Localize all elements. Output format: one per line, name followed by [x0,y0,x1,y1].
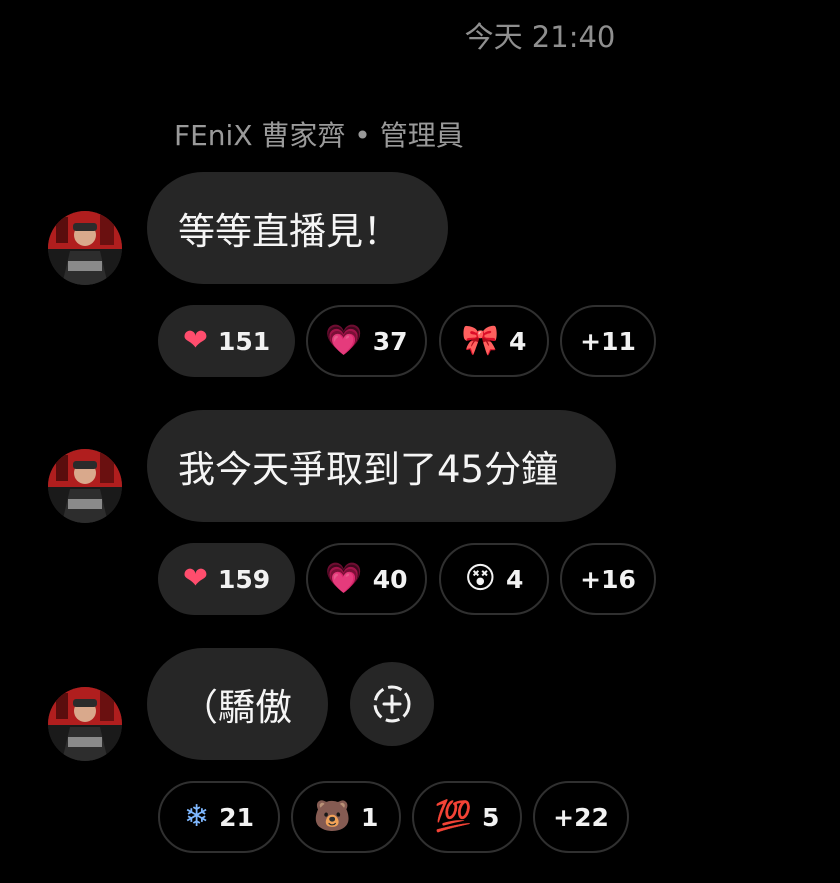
sender-name: FEniX 曹家齊 • 管理員 [174,119,464,152]
chat-thread: 今天 21:40 FEniX 曹家齊 • 管理員 等等直播見！ ❤ 151 💗 … [0,0,840,883]
more-reactions-chip[interactable]: +11 [560,305,656,377]
reaction-count: 4 [508,326,527,356]
message-text: 我今天爭取到了45分鐘 [178,448,559,491]
avatar[interactable] [48,449,122,523]
avatar[interactable] [48,687,122,761]
message-bubble[interactable]: 等等直播見！ [147,172,448,284]
reaction-chip[interactable]: 😵 4 [439,543,549,615]
more-reactions-count: +22 [553,802,609,832]
more-reactions-chip[interactable]: +16 [560,543,656,615]
reaction-chip[interactable]: 💯 5 [412,781,522,853]
dizzy-face-icon: 😵 [464,561,496,596]
reaction-count: 40 [372,564,408,594]
reaction-chip[interactable]: 🐻 1 [291,781,401,853]
reaction-count: 21 [219,802,254,832]
message-bubble[interactable]: （驕傲 [147,648,328,760]
add-reaction-button[interactable] [350,662,434,746]
message-timestamp: 今天 21:40 [464,20,616,54]
message-text: （驕傲 [181,686,292,729]
reaction-count: 5 [481,802,500,832]
more-reactions-chip[interactable]: +22 [533,781,629,853]
reaction-count: 4 [505,564,524,594]
pink-heart-icon: 💗 [325,323,363,358]
hundred-points-icon: 💯 [434,799,472,834]
reaction-chip[interactable]: ❤ 151 [158,305,295,377]
reaction-chip[interactable]: 💗 40 [306,543,427,615]
more-reactions-count: +16 [580,564,636,594]
reaction-chip[interactable]: ❄ 21 [158,781,280,853]
heart-icon: ❤ [182,561,208,596]
pink-heart-icon: 💗 [325,561,363,596]
add-reaction-icon [373,685,411,723]
reaction-chip[interactable]: 💗 37 [306,305,427,377]
avatar[interactable] [48,211,122,285]
more-reactions-count: +11 [580,326,636,356]
snowflake-icon: ❄ [184,799,210,834]
reaction-count: 37 [372,326,408,356]
reaction-chip[interactable]: ❤ 159 [158,543,295,615]
message-text: 等等直播見！ [178,210,400,253]
reaction-count: 151 [217,326,271,356]
reaction-count: 159 [217,564,271,594]
reaction-chip[interactable]: 🎀 4 [439,305,549,377]
bear-icon: 🐻 [313,799,351,834]
ribbon-icon: 🎀 [461,323,499,358]
heart-icon: ❤ [182,323,208,358]
reaction-count: 1 [360,802,379,832]
message-bubble[interactable]: 我今天爭取到了45分鐘 [147,410,616,522]
